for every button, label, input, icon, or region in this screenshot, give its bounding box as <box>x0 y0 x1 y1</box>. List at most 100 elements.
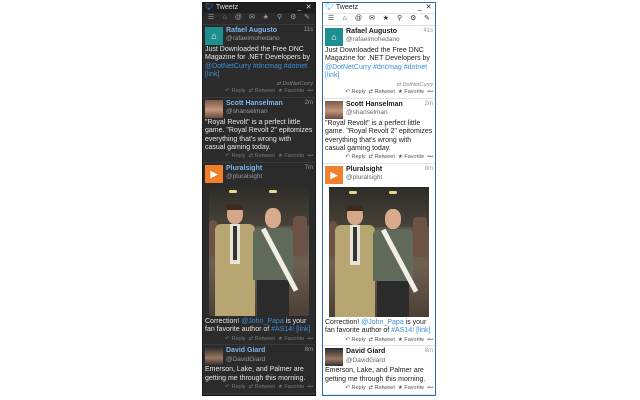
author-name[interactable]: David Giard <box>226 347 303 355</box>
author-handle[interactable]: @DavidGiard <box>346 357 423 365</box>
retweet-button[interactable]: ⇄ Retweet <box>369 337 395 344</box>
avatar[interactable] <box>325 100 343 119</box>
tweet-link-mention[interactable]: @John_Papa <box>361 319 404 326</box>
retweet-button[interactable]: ⇄ Retweet <box>249 88 275 95</box>
retweet-button[interactable]: ⇄ Retweet <box>249 384 275 391</box>
avatar[interactable] <box>325 348 343 367</box>
avatar[interactable]: ⌂ <box>325 28 343 46</box>
messages-icon[interactable]: ✉ <box>247 14 257 22</box>
favorite-button[interactable]: ★ Favorite <box>278 88 304 95</box>
reply-button[interactable]: ↶ Reply <box>345 385 365 392</box>
search-icon[interactable]: ⚲ <box>275 14 285 22</box>
home-icon[interactable]: ⌂ <box>220 14 230 22</box>
tweet-actions: ↶ Reply ⇄ Retweet ★ Favorite ••• <box>205 88 313 95</box>
avatar[interactable] <box>205 347 223 366</box>
tweet-link-url[interactable]: #AS14! [link] <box>391 327 430 334</box>
more-button[interactable]: ••• <box>307 336 313 343</box>
tweet-link-url[interactable]: #AS14! [link] <box>271 326 310 333</box>
favorites-icon[interactable]: ★ <box>381 15 391 23</box>
author-name[interactable]: Scott Hanselman <box>226 100 303 108</box>
list-icon[interactable]: ☰ <box>326 15 336 23</box>
avatar[interactable]: ▶ <box>205 164 223 183</box>
photo-light <box>389 190 397 194</box>
tweet-link-hashtags[interactable]: @DotNetCurry #dncmag #dotnet <box>325 64 427 71</box>
retweet-icon: ⇄ <box>368 89 374 96</box>
more-button[interactable]: ••• <box>427 154 433 161</box>
author-handle[interactable]: @pluralsight <box>346 174 423 182</box>
tweet-feed[interactable]: ⌂ Rafael Augusto @rafaelmohedano 41s Jus… <box>323 26 435 395</box>
reply-button[interactable]: ↶ Reply <box>345 89 365 96</box>
favorite-button[interactable]: ★ Favorite <box>278 153 304 160</box>
tweet-link-hashtags[interactable]: @DotNetCurry #dncmag #dotnet <box>205 63 307 70</box>
favorite-button[interactable]: ★ Favorite <box>398 154 424 161</box>
more-button[interactable]: ••• <box>307 384 313 391</box>
messages-icon[interactable]: ✉ <box>367 15 377 23</box>
reply-button[interactable]: ↶ Reply <box>225 153 245 160</box>
tweet-text-plain: Correction! <box>325 318 362 326</box>
tweet-link-url[interactable]: [link] <box>205 71 219 78</box>
favorite-button[interactable]: ★ Favorite <box>278 384 304 391</box>
via-name[interactable]: DotNetCurry <box>282 81 313 87</box>
favorite-button[interactable]: ★ Favorite <box>398 385 424 392</box>
retweet-button[interactable]: ⇄ Retweet <box>369 385 395 392</box>
reply-label: Reply <box>231 153 246 160</box>
tweet-time: 41s <box>423 28 433 34</box>
reply-button[interactable]: ↶ Reply <box>225 384 245 391</box>
reply-button[interactable]: ↶ Reply <box>345 154 365 161</box>
author-handle[interactable]: @DavidGiard <box>226 356 303 364</box>
close-button[interactable]: ✕ <box>424 4 433 12</box>
settings-icon[interactable]: ⚙ <box>288 14 298 22</box>
avatar[interactable]: ▶ <box>325 165 343 184</box>
author-handle[interactable]: @rafaelmohedano <box>226 35 302 43</box>
tweet-photo[interactable] <box>209 185 309 316</box>
home-icon[interactable]: ⌂ <box>340 15 350 23</box>
compose-icon[interactable]: ✎ <box>302 14 312 22</box>
favorites-icon[interactable]: ★ <box>261 14 271 22</box>
minimize-button[interactable]: _ <box>415 4 424 12</box>
retweet-button[interactable]: ⇄ Retweet <box>249 153 275 160</box>
close-button[interactable]: ✕ <box>304 4 313 12</box>
list-icon[interactable]: ☰ <box>206 14 216 22</box>
retweet-label: Retweet <box>254 153 275 160</box>
more-button[interactable]: ••• <box>427 89 433 96</box>
search-icon[interactable]: ⚲ <box>395 15 405 23</box>
author-handle[interactable]: @shanselman <box>346 109 423 117</box>
author-handle[interactable]: @rafaelmohedano <box>346 36 421 44</box>
via-name[interactable]: DotNetCurry <box>402 82 433 88</box>
tweet-link-mention[interactable]: @John_Papa <box>241 318 284 325</box>
retweet-button[interactable]: ⇄ Retweet <box>369 89 395 96</box>
favorite-label: Favorite <box>404 89 425 96</box>
tweet-link-url[interactable]: [link] <box>325 72 339 79</box>
more-button[interactable]: ••• <box>307 153 313 160</box>
retweet-button[interactable]: ⇄ Retweet <box>369 154 395 161</box>
reply-button[interactable]: ↶ Reply <box>345 337 365 344</box>
author-name[interactable]: Rafael Augusto <box>226 27 302 35</box>
author-name[interactable]: Scott Hanselman <box>346 101 423 109</box>
tweet-feed[interactable]: ⌂ Rafael Augusto @rafaelmohedano 11s Jus… <box>203 25 315 394</box>
minimize-button[interactable]: _ <box>295 4 304 12</box>
author-name[interactable]: Rafael Augusto <box>346 28 421 36</box>
reply-button[interactable]: ↶ Reply <box>225 88 245 95</box>
more-button[interactable]: ••• <box>427 337 433 344</box>
mentions-icon[interactable]: @ <box>233 14 243 22</box>
more-button[interactable]: ••• <box>307 88 313 95</box>
avatar[interactable] <box>205 99 223 118</box>
avatar[interactable]: ⌂ <box>205 27 223 45</box>
author-name[interactable]: Pluralsight <box>346 166 423 174</box>
titlebar[interactable]: 🐦︎ Tweetz _ ✕ <box>323 3 435 14</box>
titlebar[interactable]: 🐦︎ Tweetz _ ✕ <box>203 3 315 13</box>
author-name[interactable]: David Giard <box>346 348 423 356</box>
tweet-photo[interactable] <box>329 186 429 317</box>
mentions-icon[interactable]: @ <box>353 15 363 23</box>
favorite-button[interactable]: ★ Favorite <box>398 89 424 96</box>
settings-icon[interactable]: ⚙ <box>408 15 418 23</box>
reply-button[interactable]: ↶ Reply <box>225 336 245 343</box>
favorite-button[interactable]: ★ Favorite <box>278 336 304 343</box>
author-name[interactable]: Pluralsight <box>226 165 303 173</box>
author-handle[interactable]: @shanselman <box>226 108 303 116</box>
author-handle[interactable]: @pluralsight <box>226 173 303 181</box>
more-button[interactable]: ••• <box>427 385 433 392</box>
favorite-button[interactable]: ★ Favorite <box>398 337 424 344</box>
compose-icon[interactable]: ✎ <box>422 15 432 23</box>
retweet-button[interactable]: ⇄ Retweet <box>249 336 275 343</box>
